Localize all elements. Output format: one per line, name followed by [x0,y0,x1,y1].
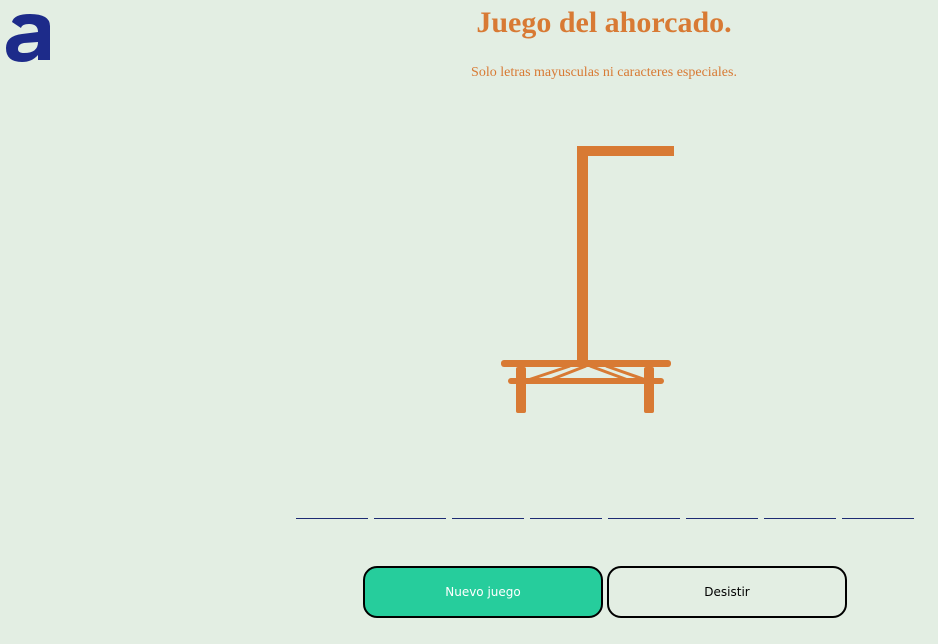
letter-slot [296,504,368,519]
alura-logo-icon [6,14,50,62]
page-title: Juego del ahorcado. [476,6,732,39]
gallows-icon [501,146,674,413]
hangman-page: Juego del ahorcado. Solo letras mayuscul… [0,0,938,644]
letter-slot [452,504,524,519]
letter-slot [686,504,758,519]
letter-slot [608,504,680,519]
word-slots [296,504,920,520]
letter-slot [374,504,446,519]
letter-slot [764,504,836,519]
letter-slot [530,504,602,519]
give-up-button[interactable]: Desistir [607,566,847,618]
letter-slot [842,504,914,519]
page-subtitle: Solo letras mayusculas ni caracteres esp… [471,65,737,80]
new-game-button[interactable]: Nuevo juego [363,566,603,618]
